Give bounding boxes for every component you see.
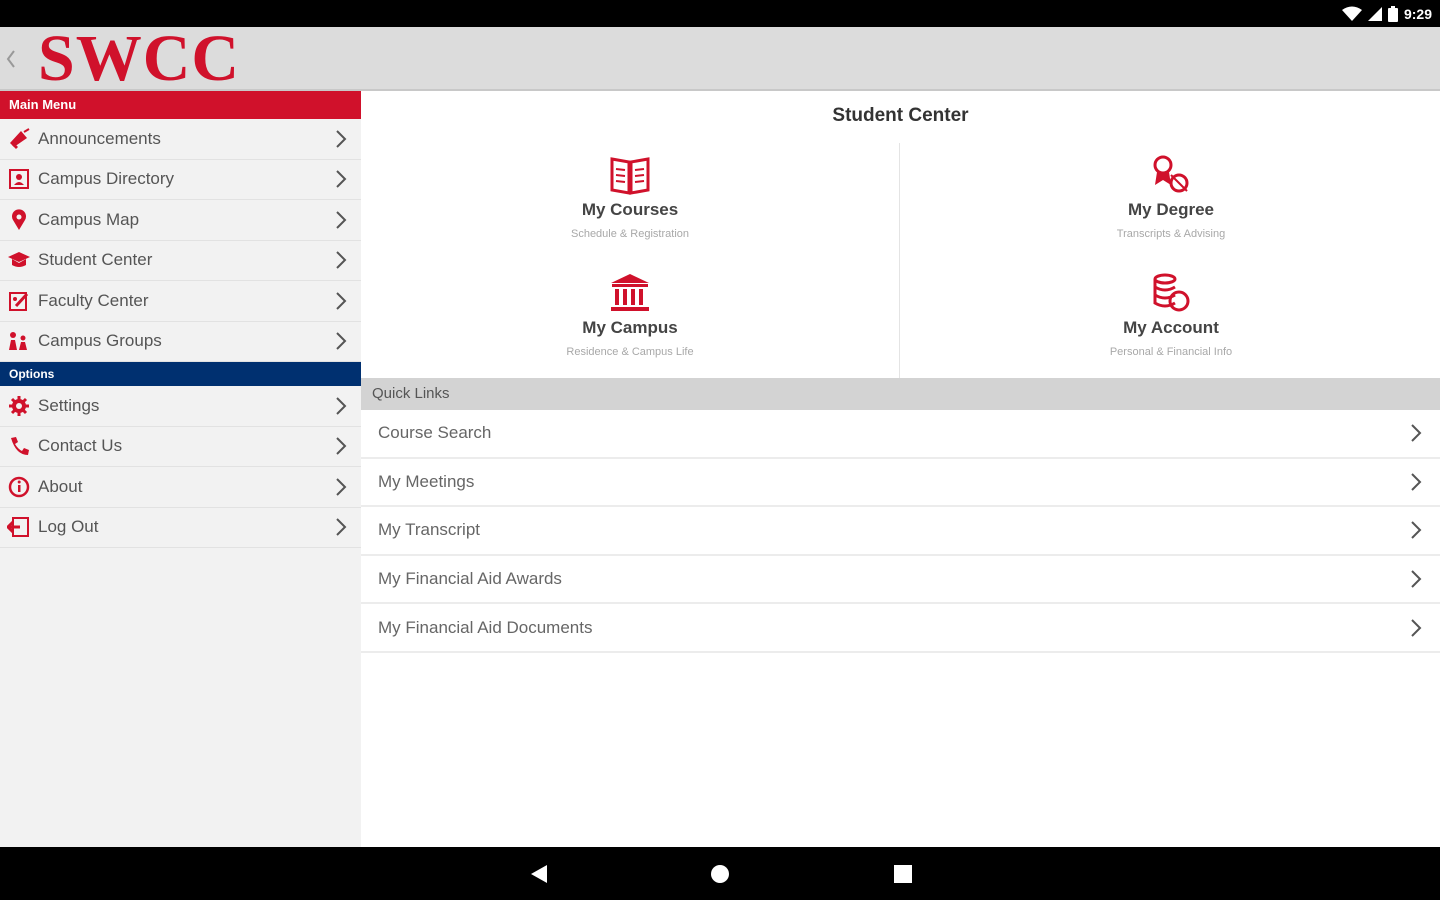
coins-icon: [1153, 273, 1190, 312]
faculty-icon: [0, 281, 38, 321]
status-icons: 9:29: [1341, 5, 1432, 23]
info-icon: [0, 467, 38, 507]
logout-icon: [0, 508, 38, 548]
nav-recents-icon[interactable]: [891, 862, 915, 886]
signal-icon: [1367, 7, 1382, 21]
sidebar-item-log-out[interactable]: Log Out: [0, 507, 361, 548]
page-title: Student Center: [832, 105, 969, 126]
chevron-right-icon: [336, 211, 347, 229]
chevron-right-icon: [336, 518, 347, 536]
sidebar-item-campus-groups[interactable]: Campus Groups: [0, 321, 361, 362]
tile-my-degree[interactable]: My Degree Transcripts & Advising: [902, 143, 1440, 261]
sidebar-item-label: About: [38, 476, 83, 496]
quick-link-financial-aid-documents[interactable]: My Financial Aid Documents: [361, 604, 1440, 653]
tile-title: My Degree: [1128, 200, 1214, 219]
tile-title: My Campus: [582, 318, 678, 337]
chevron-right-icon: [1411, 570, 1422, 588]
sidebar: Main Menu Announcements Campus Directory…: [0, 91, 361, 847]
graduation-cap-icon: [0, 241, 38, 281]
chevron-right-icon: [1411, 521, 1422, 540]
sidebar-item-label: Campus Map: [38, 209, 140, 229]
sidebar-item-announcements[interactable]: Announcements: [0, 119, 361, 160]
tile-title: My Account: [1123, 318, 1219, 337]
megaphone-icon: [0, 119, 38, 159]
sidebar-item-label: Faculty Center: [38, 290, 149, 310]
sidebar-item-label: Contact Us: [38, 436, 123, 456]
quick-link-course-search[interactable]: Course Search: [361, 410, 1440, 459]
contact-card-icon: [0, 160, 38, 200]
sidebar-item-label: Log Out: [38, 517, 99, 537]
building-icon: [611, 274, 649, 311]
sidebar-item-label: Campus Groups: [38, 331, 162, 351]
groups-icon: [0, 322, 38, 362]
quick-link-financial-aid-awards[interactable]: My Financial Aid Awards: [361, 556, 1440, 605]
book-icon: [610, 157, 650, 195]
chevron-right-icon: [336, 437, 347, 455]
quick-link-label: My Financial Aid Awards: [378, 569, 562, 589]
sidebar-item-student-center[interactable]: Student Center: [0, 240, 361, 281]
tile-subtitle: Personal & Financial Info: [1109, 346, 1233, 358]
chevron-right-icon: [1411, 618, 1422, 637]
quick-link-my-meetings[interactable]: My Meetings: [361, 459, 1440, 508]
swcc-logo[interactable]: SWCC: [38, 26, 240, 92]
nav-back-icon[interactable]: [527, 862, 551, 886]
quick-link-label: My Financial Aid Documents: [378, 617, 593, 637]
tile-grid: My Courses Schedule & Registration My De…: [361, 143, 1440, 379]
degree-icon: [1153, 155, 1189, 193]
sidebar-item-label: Settings: [38, 395, 100, 415]
quick-link-label: My Meetings: [378, 471, 475, 491]
sidebar-item-label: Campus Directory: [38, 169, 175, 189]
sidebar-item-campus-map[interactable]: Campus Map: [0, 200, 361, 241]
chevron-right-icon: [1411, 473, 1422, 491]
nav-home-icon[interactable]: [708, 862, 732, 886]
quick-link-label: My Transcript: [378, 520, 481, 540]
quick-link-label: Course Search: [378, 423, 492, 443]
tile-title: My Courses: [581, 200, 679, 219]
tile-subtitle: Schedule & Registration: [570, 228, 689, 240]
main-menu-header: Main Menu: [0, 91, 361, 119]
tile-divider: [899, 143, 900, 379]
sidebar-item-about[interactable]: About: [0, 467, 361, 508]
quick-links-header: Quick Links: [361, 378, 1440, 410]
system-nav-bar: [0, 847, 1440, 900]
sidebar-item-faculty-center[interactable]: Faculty Center: [0, 281, 361, 322]
gear-icon: [0, 386, 38, 426]
options-header: Options: [0, 362, 361, 386]
chevron-right-icon: [336, 332, 347, 350]
chevron-right-icon: [336, 478, 347, 496]
main-content: Student Center My Courses Schedule & Reg…: [361, 93, 1440, 847]
battery-icon: [1387, 6, 1398, 22]
sidebar-item-label: Announcements: [38, 128, 161, 148]
sidebar-item-label: Student Center: [38, 250, 153, 270]
sidebar-item-settings[interactable]: Settings: [0, 386, 361, 427]
chevron-right-icon: [336, 251, 347, 269]
back-icon[interactable]: [4, 47, 18, 71]
chevron-right-icon: [336, 130, 347, 148]
tile-my-account[interactable]: My Account Personal & Financial Info: [902, 261, 1440, 379]
sidebar-item-contact-us[interactable]: Contact Us: [0, 426, 361, 467]
wifi-icon: [1341, 6, 1362, 21]
map-pin-icon: [0, 200, 38, 240]
tile-my-courses[interactable]: My Courses Schedule & Registration: [361, 143, 899, 261]
tile-subtitle: Transcripts & Advising: [1116, 228, 1226, 240]
phone-icon: [0, 427, 38, 467]
chevron-right-icon: [336, 292, 347, 310]
status-time: 9:29: [1403, 6, 1432, 22]
tile-my-campus[interactable]: My Campus Residence & Campus Life: [361, 261, 899, 379]
chevron-right-icon: [1411, 424, 1422, 443]
quick-link-my-transcript[interactable]: My Transcript: [361, 507, 1440, 556]
chevron-right-icon: [336, 170, 347, 188]
tile-subtitle: Residence & Campus Life: [566, 346, 694, 358]
sidebar-item-campus-directory[interactable]: Campus Directory: [0, 159, 361, 200]
chevron-right-icon: [336, 397, 347, 415]
app-header: SWCC: [0, 26, 1440, 92]
quick-links-list: Course Search My Meetings My Transcript …: [361, 410, 1440, 653]
